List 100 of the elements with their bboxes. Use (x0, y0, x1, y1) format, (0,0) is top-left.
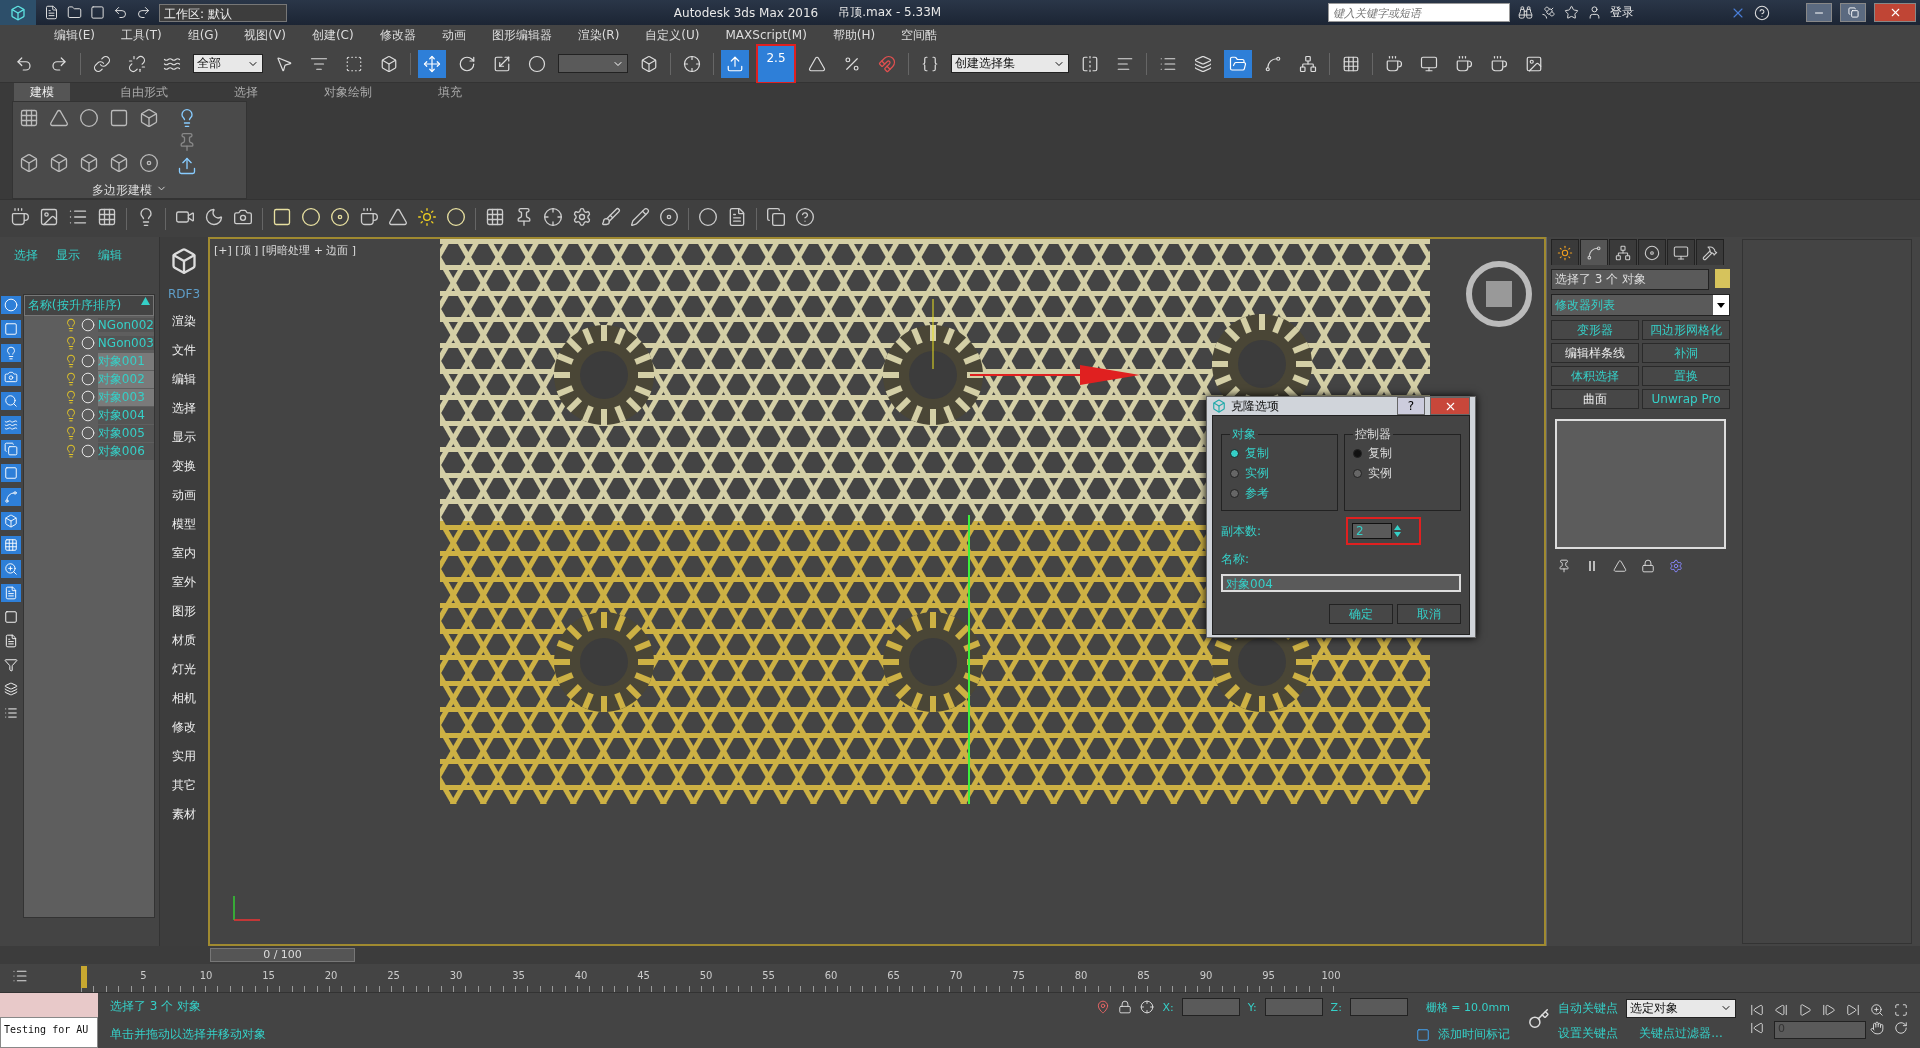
render-frame-icon[interactable] (1420, 54, 1438, 73)
name-column-header[interactable]: 名称(按升序排序) (23, 295, 154, 316)
lock-icon[interactable] (1118, 1000, 1133, 1014)
new-file-icon[interactable] (44, 5, 59, 20)
command-link[interactable]: 显示 (172, 429, 196, 446)
command-link[interactable]: 渲染 (172, 313, 196, 330)
command-link[interactable]: 其它 (172, 777, 196, 794)
filter-icon[interactable] (4, 658, 19, 672)
spinner-arrows-icon[interactable] (1394, 524, 1401, 538)
menu-item[interactable]: 空间酷 (901, 26, 938, 44)
track-bar[interactable]: 5 10 15 20 25 30 35 40 45 50 55 60 65 70 75 80 85 90 95 100 (81, 964, 1341, 992)
list-icon[interactable] (4, 706, 19, 720)
menu-item[interactable]: 自定义(U) (645, 26, 700, 44)
explorer-menu-item[interactable]: 显示 (56, 247, 80, 264)
command-link[interactable]: 图形 (172, 603, 196, 620)
viewcube-icon[interactable] (1464, 259, 1534, 329)
modifier-button[interactable]: 编辑样条线 (1551, 343, 1639, 363)
current-frame-marker[interactable] (81, 966, 87, 988)
command-link[interactable]: 室内 (172, 545, 196, 562)
explorer-menu-item[interactable]: 编辑 (98, 247, 122, 264)
restore-button[interactable] (1840, 3, 1866, 22)
cursor-icon[interactable] (275, 54, 293, 73)
binoculars-icon[interactable] (1518, 5, 1533, 20)
rotate-icon[interactable] (458, 54, 476, 73)
modifier-list-dropdown[interactable]: 修改器列表 (1551, 294, 1730, 316)
gear-icon[interactable] (572, 207, 592, 227)
move-icon[interactable] (423, 54, 441, 73)
command-tab[interactable] (1551, 239, 1579, 265)
ribbon-tab[interactable]: 选择 (218, 83, 274, 101)
key-icon[interactable] (1528, 1008, 1550, 1030)
key-mode-dropdown[interactable]: 选定对象 (1626, 998, 1736, 1018)
doc-icon[interactable] (4, 634, 19, 648)
page-icon[interactable] (4, 586, 19, 600)
pin-stack-icon[interactable] (1557, 559, 1571, 573)
modifier-stack[interactable] (1555, 419, 1726, 549)
menu-item[interactable]: 图形编辑器 (491, 26, 552, 44)
sun-icon[interactable] (417, 207, 437, 227)
help-button[interactable]: ? (1397, 397, 1425, 415)
radio-option[interactable]: 实例 (1230, 465, 1329, 482)
save-icon[interactable] (90, 5, 105, 20)
scene-item[interactable]: 对象005 (97, 424, 154, 442)
scene-item[interactable]: NGon003 (97, 336, 154, 350)
command-tab[interactable] (1638, 239, 1666, 265)
user-icon[interactable] (1587, 5, 1602, 20)
plane-icon[interactable] (272, 207, 292, 227)
magnet-icon[interactable] (878, 54, 896, 73)
curve-icon[interactable] (1264, 54, 1282, 73)
command-link[interactable]: 选择 (172, 400, 196, 417)
command-link[interactable]: 灯光 (172, 661, 196, 678)
grid-icon[interactable] (97, 207, 117, 227)
help-icon[interactable] (795, 207, 815, 227)
redo-icon[interactable] (136, 5, 151, 20)
selection-filter-dropdown[interactable]: 全部 (193, 54, 263, 73)
modifier-button[interactable]: 补洞 (1642, 343, 1730, 363)
ribbon-tab[interactable]: 自由形式 (104, 83, 184, 101)
scene-item[interactable]: 对象004 (97, 406, 154, 424)
name-field[interactable]: 对象004 (1221, 574, 1461, 592)
command-tab[interactable] (1696, 239, 1724, 265)
minimize-button[interactable] (1806, 3, 1832, 22)
ribbon-tab[interactable]: 填充 (422, 83, 478, 101)
x-field[interactable] (1181, 998, 1240, 1016)
redo-icon[interactable] (50, 54, 68, 73)
ok-button[interactable]: 确定 (1329, 604, 1393, 624)
z-field[interactable] (1349, 998, 1408, 1016)
close-button[interactable] (1874, 3, 1916, 22)
command-link[interactable]: 室外 (172, 574, 196, 591)
snap-button[interactable]: 2.5 (756, 43, 796, 84)
modifier-button[interactable]: Unwrap Pro (1642, 389, 1730, 409)
command-tab[interactable] (1609, 239, 1637, 265)
copies-spinner[interactable]: 2 (1346, 517, 1421, 545)
rectangle-select-icon[interactable] (345, 54, 363, 73)
pin-icon[interactable] (1096, 1000, 1111, 1014)
radio-option[interactable]: 实例 (1353, 465, 1452, 482)
go-to-start-icon[interactable] (1750, 1002, 1764, 1017)
selection-name-field[interactable]: 选择了 3 个 对象 (1551, 269, 1709, 290)
cup-icon[interactable] (10, 207, 30, 227)
previous-frame-icon[interactable] (1774, 1002, 1788, 1017)
angle-snap-icon[interactable] (808, 54, 826, 73)
image-icon[interactable] (1525, 54, 1543, 73)
image-icon[interactable] (39, 207, 59, 227)
time-tag-text[interactable]: 添加时间标记 (1438, 1026, 1510, 1043)
menu-item[interactable]: 组(G) (187, 26, 219, 44)
menu-item[interactable]: 工具(T) (120, 26, 162, 44)
pan-icon[interactable] (1870, 1020, 1884, 1035)
close-button[interactable] (1430, 397, 1470, 415)
open-folder-icon[interactable] (67, 5, 82, 20)
ball-icon[interactable] (698, 207, 718, 227)
menu-item[interactable]: 创建(C) (311, 26, 354, 44)
mesh-icon[interactable] (485, 207, 505, 227)
zoom-icon[interactable] (1870, 1002, 1884, 1017)
sheet-icon[interactable] (727, 207, 747, 227)
viewport-label[interactable]: [+] [顶 ] [明暗处理 + 边面 ] (214, 243, 357, 258)
command-link[interactable]: 相机 (172, 690, 196, 707)
radio-option[interactable]: 复制 (1230, 445, 1329, 462)
auto-key-button[interactable]: 自动关键点 (1558, 999, 1618, 1017)
menu-item[interactable]: 渲染(R) (577, 26, 620, 44)
named-selection-dropdown[interactable]: 创建选择集 (951, 54, 1069, 73)
braces-icon[interactable] (921, 54, 939, 73)
camera-icon[interactable] (233, 207, 253, 227)
brush-icon[interactable] (601, 207, 621, 227)
